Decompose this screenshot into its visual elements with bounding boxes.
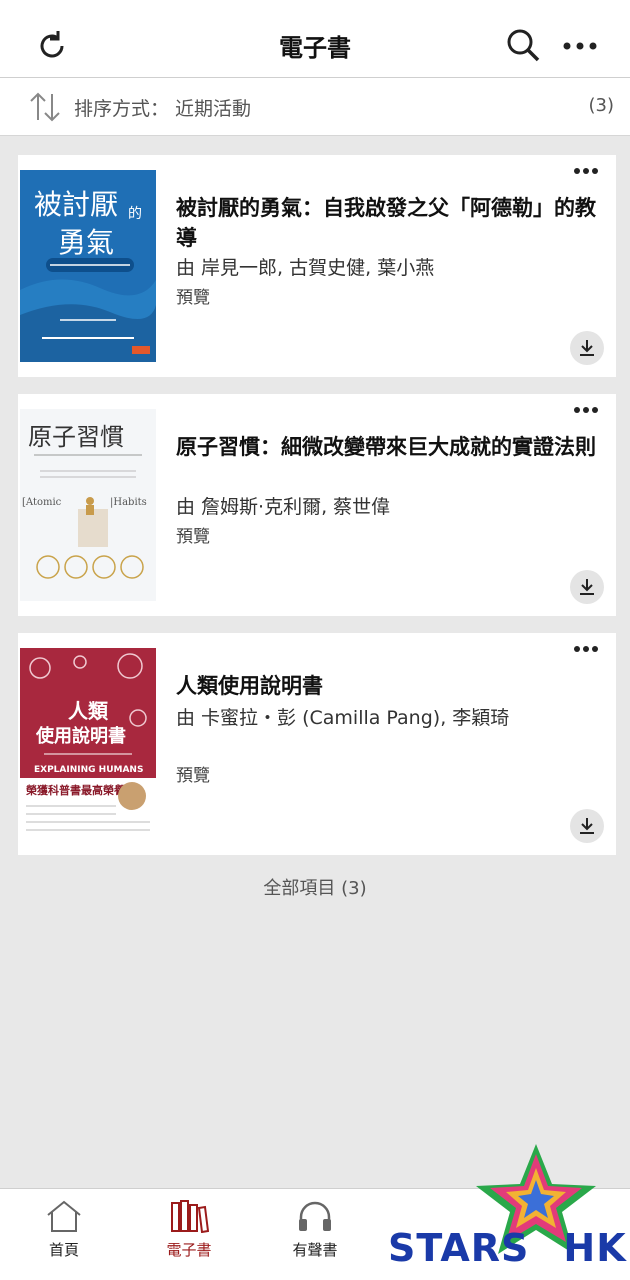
book-cover: 人類 使用說明書 EXPLAINING HUMANS 榮獲科普書最高榮譽 [20,648,156,840]
svg-text:原子習慣: 原子習慣 [28,423,124,451]
more-options-icon[interactable] [564,396,608,424]
sort-icon [28,90,62,124]
sort-bar[interactable]: 排序方式： 近期活動 (3) [0,78,630,136]
download-icon[interactable] [570,570,604,604]
download-icon[interactable] [570,331,604,365]
more-icon[interactable] [558,26,602,66]
book-author: 由 岸見一郎, 古賀史健, 葉小燕 [176,257,435,279]
download-icon[interactable] [570,809,604,843]
svg-text:勇氣: 勇氣 [58,226,114,259]
book-card[interactable]: 人類 使用說明書 EXPLAINING HUMANS 榮獲科普書最高榮譽 人類使… [18,633,616,855]
headphones-icon [299,1201,331,1231]
book-cover: 原子習慣 [Atomic |Habits [20,409,156,601]
tab-audiobooks-label: 有聲書 [292,1241,338,1259]
books-icon [171,1200,210,1234]
home-icon [47,1200,81,1232]
book-author: 由 卡蜜拉・彭 (Camilla Pang), 李穎琦 [176,707,510,729]
svg-text:[Atomic: [Atomic [22,497,62,508]
svg-text:|Habits: |Habits [110,497,147,508]
book-title[interactable]: 原子習慣：細微改變帶來巨大成就的實證法則 [176,432,606,462]
tab-home[interactable]: 首頁 [14,1199,114,1260]
book-author: 由 詹姆斯·克利爾, 蔡世偉 [176,496,391,518]
book-card[interactable]: 被討厭 的 勇氣 被討厭的勇氣：自我啟發之父「阿德勒」的教導 由 岸見一郎, 古… [18,155,616,377]
svg-text:人類: 人類 [68,699,109,723]
top-bar: 電子書 [0,0,630,78]
svg-text:使用說明書: 使用說明書 [35,725,126,747]
all-items-count: 全部項目 (3) [263,878,367,899]
preview-label: 預覽 [176,766,210,786]
book-title[interactable]: 被討厭的勇氣：自我啟發之父「阿德勒」的教導 [176,193,606,253]
preview-label: 預覽 [176,527,210,547]
tab-ebooks-label: 電子書 [166,1241,212,1259]
preview-label: 預覽 [176,288,210,308]
item-count: (3) [588,95,615,116]
svg-text:被討厭: 被討厭 [34,188,118,221]
book-title[interactable]: 人類使用說明書 [176,671,606,701]
stars-hk-logo: STARS HK [386,1140,630,1280]
search-icon[interactable] [500,22,546,68]
book-cover: 被討厭 的 勇氣 [20,170,156,362]
more-options-icon[interactable] [564,157,608,185]
svg-text:EXPLAINING HUMANS: EXPLAINING HUMANS [34,765,143,775]
more-options-icon[interactable] [564,635,608,663]
watermark-text: STARS HK [388,1226,627,1270]
tab-home-label: 首頁 [48,1241,79,1259]
svg-text:榮獲科普書最高榮譽: 榮獲科普書最高榮譽 [26,783,126,797]
sort-label: 排序方式： 近期活動 [74,98,252,120]
book-card[interactable]: 原子習慣 [Atomic |Habits 原子習慣：細微改變帶來巨大成就的實證法… [18,394,616,616]
svg-text:的: 的 [128,206,142,222]
tab-ebooks[interactable]: 電子書 [139,1199,239,1260]
tab-audiobooks[interactable]: 有聲書 [265,1199,365,1260]
